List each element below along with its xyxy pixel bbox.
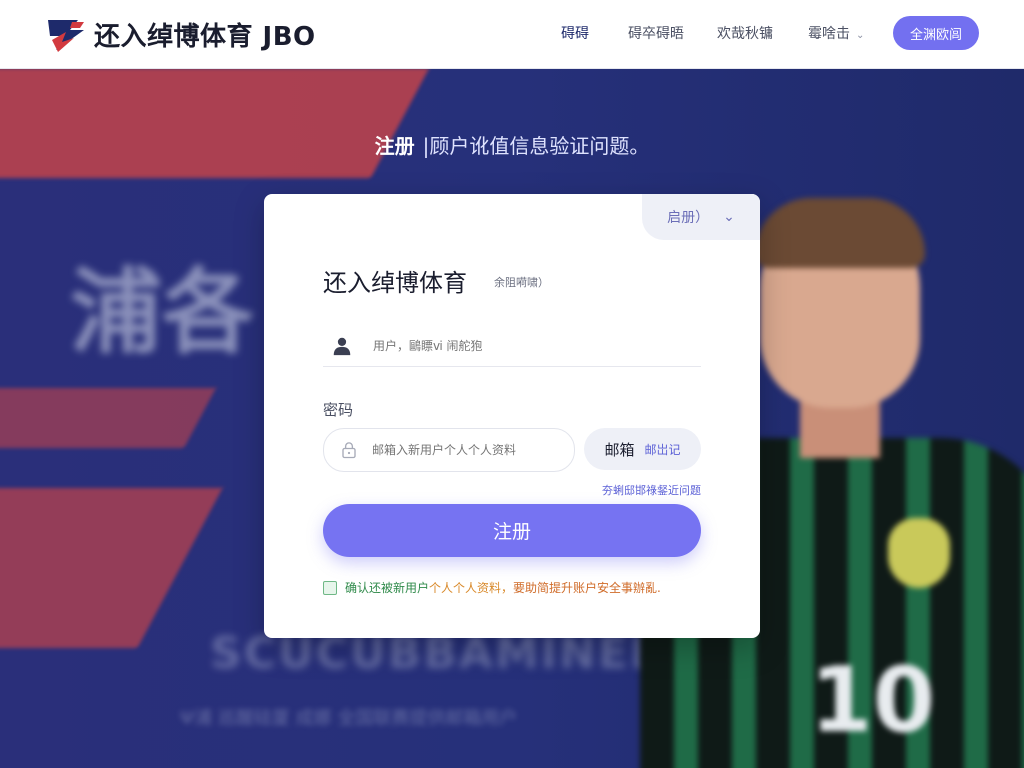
login-button[interactable]: 全渊欧闾 <box>893 16 979 50</box>
hero-bg-subtext-2: Ψ浦 巡醒硅厦 成娜 全国联赛提供邮箱用户 <box>180 708 518 729</box>
email-button-label: 邮箱 <box>604 440 635 459</box>
lock-icon <box>342 442 356 459</box>
hero-stripe <box>0 488 223 648</box>
brand-logo[interactable]: 还入绰博体育 JBO <box>44 12 316 56</box>
forgot-link[interactable]: 夯蜊邸邯祿錖近问题 <box>323 482 701 498</box>
language-label: 启册） <box>667 210 710 226</box>
hero-headline: 注册 |顾户讹值信息验证问题。 <box>0 130 1024 159</box>
nav-item-2[interactable]: 碍卒碍晤 <box>628 23 684 43</box>
nav-item-4[interactable]: 霉啥击 ⌄ <box>808 23 864 43</box>
top-bar: 还入绰博体育 JBO 碍碍 碍卒碍晤 欢哉秋镛 霉啥击 ⌄ 全渊欧闾 <box>0 0 1024 68</box>
headline-bold: 注册 <box>374 134 415 158</box>
chevron-down-icon: ⌄ <box>856 30 865 41</box>
nav-item-4-label: 霉啥击 <box>808 26 850 42</box>
shirt-number: 10 <box>810 648 936 753</box>
register-submit-button[interactable]: 注册 <box>323 504 701 557</box>
agree-text-1: 确认还被新用户 <box>345 581 430 595</box>
nav-item-1[interactable]: 碍碍 <box>561 23 589 43</box>
card-subtitle: 余阻嗬啸） <box>494 276 549 289</box>
email-link[interactable]: 邮岀记 <box>645 441 681 458</box>
agreement-row[interactable]: 确认还被新用户 个人个人资料， 要助简提升账户安全事辦亂. <box>323 579 661 596</box>
club-badge <box>888 518 950 588</box>
nav-item-3[interactable]: 欢哉秋镛 <box>717 23 773 43</box>
chevron-down-icon: ⌄ <box>723 209 735 225</box>
brand-name: 还入绰博体育 JBO <box>94 21 316 52</box>
jbo-logo-icon <box>48 20 84 52</box>
password-input[interactable] <box>370 442 564 458</box>
agree-checkbox[interactable] <box>323 580 337 595</box>
agree-text-3: 要助简提升账户安全事辦亂. <box>513 581 661 595</box>
password-label: 密码 <box>323 401 354 419</box>
language-selector[interactable]: 启册） ⌄ <box>642 194 760 240</box>
hero-stripe <box>0 388 216 448</box>
hero-bg-text: 浦各 <box>70 259 255 366</box>
username-input[interactable] <box>371 338 675 354</box>
card-title: 还入绰博体育 <box>323 269 467 297</box>
hero-stripe <box>0 68 430 178</box>
password-field[interactable] <box>323 428 575 472</box>
agree-text-2[interactable]: 个人个人资料， <box>429 579 513 596</box>
register-card: 启册） ⌄ 还入绰博体育 余阻嗬啸） 密码 邮箱 邮岀记 夯蜊邸邯祿錖近问题 注… <box>264 194 760 638</box>
user-icon <box>333 337 351 356</box>
headline-rest: |顾户讹值信息验证问题。 <box>422 134 650 158</box>
username-field[interactable] <box>323 326 701 367</box>
email-button[interactable]: 邮箱 邮岀记 <box>584 428 701 470</box>
